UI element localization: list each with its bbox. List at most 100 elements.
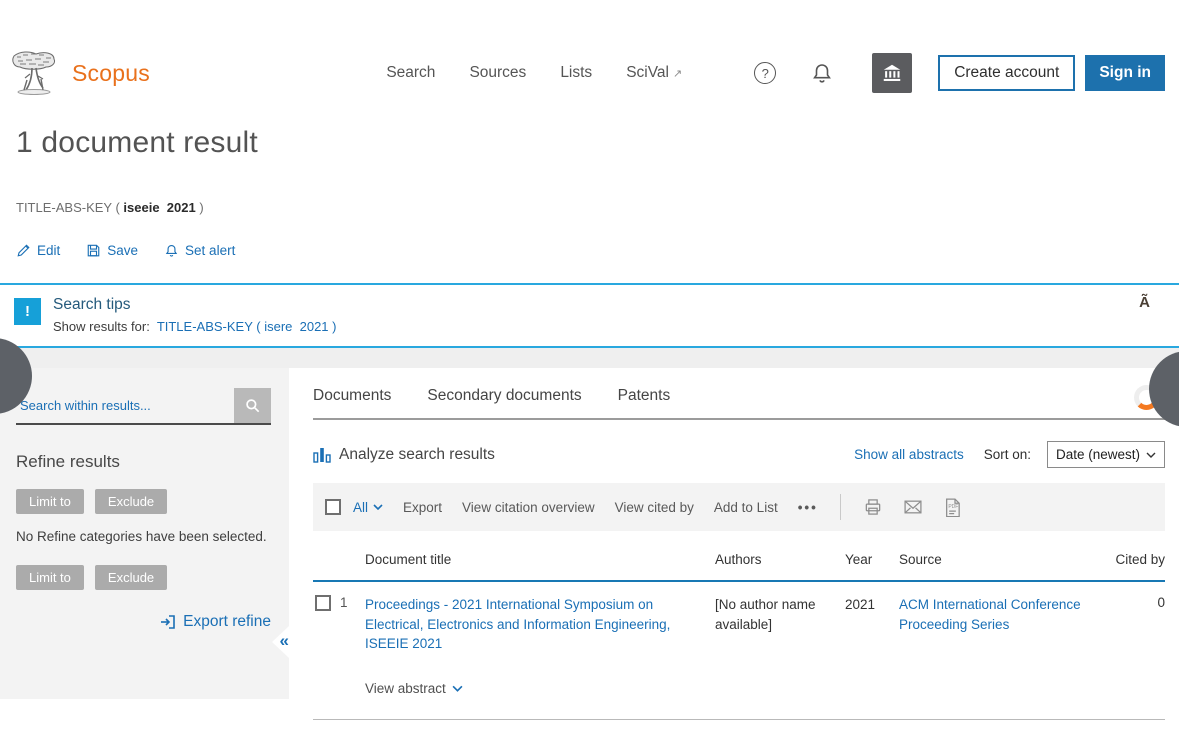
- search-tips-title: Search tips: [53, 296, 336, 314]
- elsevier-tree-icon: [10, 50, 58, 96]
- query-prefix: TITLE-ABS-KEY (: [16, 200, 123, 215]
- search-submit-button[interactable]: [234, 388, 271, 423]
- authors-cell: [No author name available]: [715, 595, 837, 654]
- pencil-icon: [16, 243, 31, 258]
- limit-to-button-2[interactable]: Limit to: [16, 565, 84, 590]
- sidebar-collapse-control: «: [271, 626, 289, 658]
- query-actions: Edit Save Set alert: [16, 243, 1179, 258]
- main-nav: Search Sources Lists SciVal ↗: [386, 64, 682, 82]
- create-account-button[interactable]: Create account: [938, 55, 1075, 91]
- add-to-list-button[interactable]: Add to List: [714, 500, 778, 515]
- nav-lists[interactable]: Lists: [560, 64, 592, 82]
- col-year[interactable]: Year: [845, 552, 891, 567]
- content-area: Refine results Limit to Exclude No Refin…: [0, 368, 1179, 720]
- row-divider: [313, 719, 1165, 720]
- results-controls-row: Analyze search results Show all abstract…: [313, 441, 1165, 468]
- banner-close-icon[interactable]: Ã: [1139, 294, 1150, 311]
- show-results-label: Show results for:: [53, 319, 157, 334]
- source-link[interactable]: ACM International Conference Proceeding …: [899, 595, 1095, 654]
- query-terms: iseeie 2021: [123, 200, 195, 215]
- view-citation-overview-button[interactable]: View citation overview: [462, 500, 595, 515]
- exclude-button[interactable]: Exclude: [95, 489, 167, 514]
- col-cited-by[interactable]: Cited by: [1103, 552, 1165, 567]
- save-query-button[interactable]: Save: [86, 243, 138, 258]
- bar-chart-icon: [313, 447, 331, 463]
- notifications-bell-icon[interactable]: [810, 61, 834, 85]
- row-checkbox[interactable]: [315, 595, 331, 611]
- set-alert-label: Set alert: [185, 243, 235, 258]
- header-spacer: [313, 552, 357, 567]
- sort-select[interactable]: Date (newest): [1047, 441, 1165, 468]
- refine-buttons-bottom: Limit to Exclude: [16, 565, 271, 590]
- edit-label: Edit: [37, 243, 60, 258]
- brand-name: Scopus: [72, 60, 150, 87]
- chevron-down-icon: [1146, 452, 1156, 458]
- institution-access-icon[interactable]: [872, 53, 912, 93]
- no-refine-message: No Refine categories have been selected.: [16, 529, 271, 544]
- year-cell: 2021: [845, 595, 891, 654]
- tab-secondary-documents[interactable]: Secondary documents: [427, 387, 581, 405]
- exclude-button-2[interactable]: Exclude: [95, 565, 167, 590]
- col-authors[interactable]: Authors: [715, 552, 837, 567]
- tab-documents[interactable]: Documents: [313, 387, 391, 405]
- scopus-results-page: Scopus Search Sources Lists SciVal ↗ ?: [0, 0, 1179, 738]
- info-exclamation-icon: !: [14, 298, 41, 325]
- limit-to-button[interactable]: Limit to: [16, 489, 84, 514]
- result-tabs: Documents Secondary documents Patents: [313, 387, 1165, 420]
- sort-selected-value: Date (newest): [1056, 447, 1140, 462]
- bulk-actions-toolbar: All Export View citation overview View c…: [313, 483, 1165, 531]
- collapse-sidebar-icon[interactable]: «: [280, 631, 289, 651]
- alert-bell-icon: [164, 243, 179, 258]
- view-cited-by-button[interactable]: View cited by: [615, 500, 694, 515]
- query-suffix: ): [196, 200, 204, 215]
- view-abstract-toggle[interactable]: View abstract: [365, 681, 707, 696]
- suggested-query-link[interactable]: TITLE-ABS-KEY ( isere 2021 ): [157, 319, 337, 334]
- tab-patents[interactable]: Patents: [618, 387, 671, 405]
- results-main: Documents Secondary documents Patents An…: [301, 368, 1179, 720]
- svg-text:PDF: PDF: [948, 504, 958, 510]
- col-source[interactable]: Source: [899, 552, 1095, 567]
- search-within-results: [16, 388, 271, 425]
- refine-sidebar: Refine results Limit to Exclude No Refin…: [0, 368, 289, 699]
- save-pdf-icon[interactable]: PDF: [943, 497, 962, 517]
- select-all-dropdown[interactable]: All: [353, 500, 383, 515]
- row-select: 1: [313, 595, 357, 654]
- header-icons: ?: [754, 53, 912, 93]
- external-link-icon: ↗: [673, 68, 682, 80]
- edit-query-button[interactable]: Edit: [16, 243, 60, 258]
- email-icon[interactable]: [903, 498, 923, 516]
- table-row: 1 Proceedings - 2021 International Sympo…: [313, 595, 1165, 696]
- print-icon[interactable]: [863, 497, 883, 517]
- row-index: 1: [340, 595, 348, 610]
- more-actions-button[interactable]: •••: [798, 500, 818, 515]
- search-within-input[interactable]: [16, 388, 234, 423]
- search-query: TITLE-ABS-KEY ( iseeie 2021 ): [16, 200, 1179, 215]
- set-alert-button[interactable]: Set alert: [164, 243, 235, 258]
- col-document-title[interactable]: Document title: [365, 552, 707, 567]
- select-all-checkbox[interactable]: [325, 499, 341, 515]
- refine-results-title: Refine results: [16, 452, 271, 472]
- nav-scival-label: SciVal: [626, 64, 669, 81]
- refine-buttons-top: Limit to Exclude: [16, 489, 271, 514]
- save-icon: [86, 243, 101, 258]
- export-refine-label: Export refine: [183, 613, 271, 631]
- nav-scival[interactable]: SciVal ↗: [626, 64, 682, 82]
- nav-sources[interactable]: Sources: [469, 64, 526, 82]
- show-all-abstracts-link[interactable]: Show all abstracts: [854, 447, 964, 462]
- view-abstract-label: View abstract: [365, 681, 446, 696]
- show-results-line: Show results for: TITLE-ABS-KEY ( isere …: [53, 319, 336, 334]
- export-button[interactable]: Export: [403, 500, 442, 515]
- scopus-logo[interactable]: Scopus: [10, 50, 150, 96]
- help-icon[interactable]: ?: [754, 62, 776, 84]
- save-label: Save: [107, 243, 138, 258]
- document-title-link[interactable]: Proceedings - 2021 International Symposi…: [365, 595, 707, 654]
- nav-search[interactable]: Search: [386, 64, 435, 82]
- search-icon: [244, 397, 261, 414]
- sort-controls: Show all abstracts Sort on: Date (newest…: [854, 441, 1165, 468]
- cited-by-cell: 0: [1103, 595, 1165, 654]
- analyze-search-results-link[interactable]: Analyze search results: [313, 446, 495, 464]
- content-spacer: [0, 348, 1179, 368]
- chevron-down-icon: [452, 685, 463, 692]
- export-refine-link[interactable]: Export refine: [16, 613, 271, 631]
- sign-in-button[interactable]: Sign in: [1085, 55, 1165, 91]
